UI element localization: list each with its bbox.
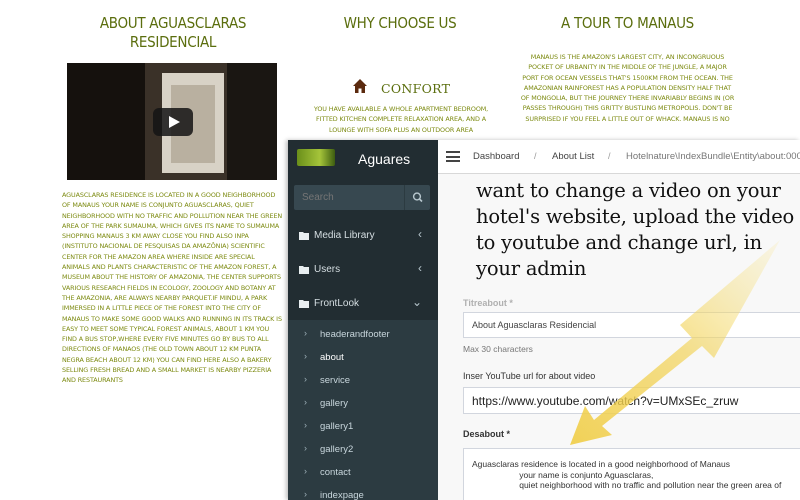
search-icon bbox=[412, 192, 423, 203]
home-icon bbox=[353, 79, 367, 93]
submenu-item-gallery2[interactable]: › gallery2 bbox=[288, 439, 438, 462]
submenu-label: gallery1 bbox=[320, 421, 354, 432]
chevron-right-icon: › bbox=[304, 420, 307, 430]
search-button[interactable] bbox=[404, 185, 430, 210]
about-title-input[interactable] bbox=[463, 312, 800, 338]
submenu-item-service[interactable]: › service bbox=[288, 370, 438, 393]
sidebar-search bbox=[294, 185, 430, 210]
submenu-item-indexpage[interactable]: › indexpage bbox=[288, 485, 438, 500]
submenu-item-gallery[interactable]: › gallery bbox=[288, 393, 438, 416]
folder-icon bbox=[299, 232, 309, 240]
annotation-note: want to change a video on your hotel's w… bbox=[476, 179, 795, 280]
tour-section-title: A TOUR TO MANAUS bbox=[520, 14, 735, 33]
breadcrumb-separator: / bbox=[534, 151, 537, 161]
title-field-label: Titreabout * bbox=[463, 298, 513, 308]
chevron-right-icon: › bbox=[304, 397, 307, 407]
chevron-right-icon: › bbox=[304, 489, 307, 499]
breadcrumb-dashboard[interactable]: Dashboard bbox=[473, 151, 519, 162]
about-title-line2: RESIDENCIAL bbox=[129, 33, 217, 51]
youtube-url-input[interactable] bbox=[463, 387, 800, 414]
frontlook-submenu: › headerandfooter › about › service › galler… bbox=[288, 320, 438, 500]
submenu-label: service bbox=[320, 375, 351, 386]
submenu-label: about bbox=[320, 352, 344, 363]
description-field-label: Desabout * bbox=[463, 429, 511, 439]
chevron-left-icon: ‹ bbox=[418, 227, 422, 241]
title-help-text: Max 30 characters bbox=[463, 344, 533, 354]
chevron-down-icon: ⌄ bbox=[411, 295, 422, 309]
video-frame-shadow bbox=[67, 63, 145, 180]
sidebar-item-frontlook[interactable]: FrontLook ⌄ bbox=[288, 290, 438, 320]
sidebar-item-label: Media Library bbox=[314, 230, 375, 241]
about-section-title: ABOUT AGUASCLARAS RESIDENCIAL bbox=[58, 14, 288, 52]
submenu-label: headerandfooter bbox=[320, 329, 390, 340]
confort-feature-title: CONFORT bbox=[381, 81, 451, 96]
chevron-right-icon: › bbox=[304, 466, 307, 476]
folder-icon bbox=[299, 266, 309, 274]
menu-toggle-icon[interactable] bbox=[446, 151, 460, 162]
about-title-line1: ABOUT AGUASCLARAS bbox=[99, 14, 247, 32]
submenu-label: indexpage bbox=[320, 490, 364, 500]
breadcrumb-separator: / bbox=[608, 151, 611, 161]
why-title: WHY CHOOSE US bbox=[343, 14, 457, 32]
why-body-text: YOU HAVE AVAILABLE A WHOLE APARTMENT BED… bbox=[313, 105, 489, 134]
sidebar-item-media-library[interactable]: Media Library ‹ bbox=[288, 222, 438, 252]
breadcrumb-current: Hotelnature\IndexBundle\Entity\about:000… bbox=[626, 151, 800, 162]
submenu-label: contact bbox=[320, 467, 351, 478]
breadcrumb-about-list[interactable]: About List bbox=[552, 151, 594, 162]
brand-logo bbox=[297, 149, 335, 166]
submenu-item-headerandfooter[interactable]: › headerandfooter bbox=[288, 324, 438, 347]
chevron-left-icon: ‹ bbox=[418, 261, 422, 275]
chevron-right-icon: › bbox=[304, 443, 307, 453]
chevron-right-icon: › bbox=[304, 351, 307, 361]
chevron-right-icon: › bbox=[304, 328, 307, 338]
submenu-item-gallery1[interactable]: › gallery1 bbox=[288, 416, 438, 439]
admin-sidebar: Aguares Media Library ‹ Users ‹ FrontLoo… bbox=[288, 140, 438, 500]
folder-icon bbox=[299, 300, 309, 308]
submenu-item-about[interactable]: › about bbox=[288, 347, 438, 370]
tour-body-text: MANAUS IS THE AMAZON'S LARGEST CITY, AN … bbox=[520, 53, 735, 123]
description-textarea[interactable]: Aguasclaras residence is located in a go… bbox=[463, 448, 800, 500]
submenu-item-contact[interactable]: › contact bbox=[288, 462, 438, 485]
play-icon[interactable] bbox=[153, 108, 193, 136]
brand-name: Aguares bbox=[358, 151, 411, 167]
submenu-label: gallery2 bbox=[320, 444, 354, 455]
sidebar-item-label: FrontLook bbox=[314, 298, 360, 309]
youtube-field-label: Inser YouTube url for about video bbox=[463, 371, 596, 381]
why-section-title: WHY CHOOSE US bbox=[305, 14, 495, 33]
submenu-label: gallery bbox=[320, 398, 348, 409]
chevron-right-icon: › bbox=[304, 374, 307, 384]
tour-title: A TOUR TO MANAUS bbox=[561, 14, 694, 32]
about-body-text: AGUASCLARAS RESIDENCE IS LOCATED IN A GO… bbox=[62, 191, 283, 385]
search-input[interactable] bbox=[294, 185, 404, 210]
sidebar-item-users[interactable]: Users ‹ bbox=[288, 256, 438, 286]
admin-topbar: Dashboard / About List / Hotelnature\Ind… bbox=[438, 140, 800, 174]
about-video-player[interactable] bbox=[67, 63, 277, 180]
sidebar-item-label: Users bbox=[314, 264, 341, 275]
